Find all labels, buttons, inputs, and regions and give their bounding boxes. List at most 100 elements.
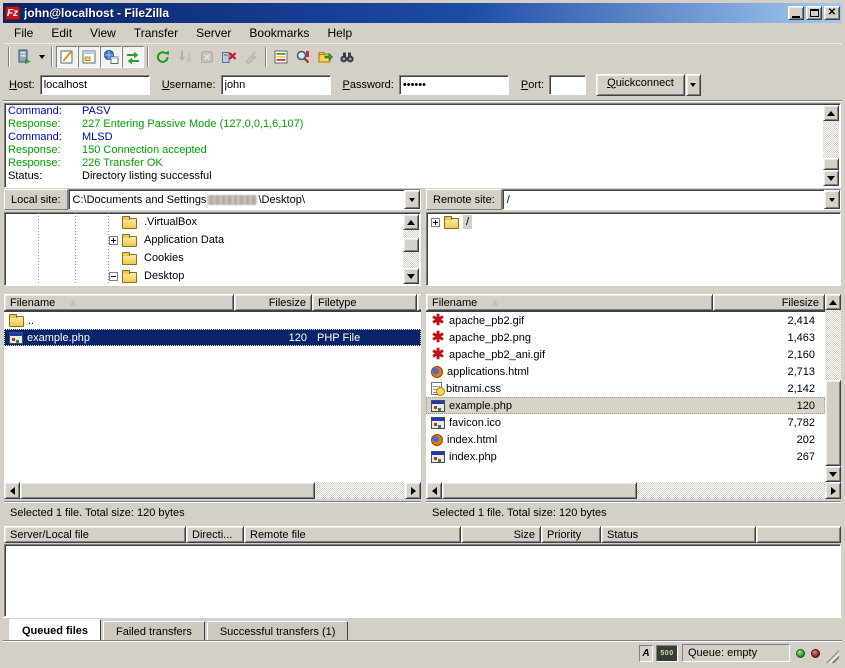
scrollbar-thumb[interactable]: [20, 482, 315, 499]
menu-transfer[interactable]: Transfer: [125, 23, 187, 43]
scroll-up-button[interactable]: [823, 105, 839, 121]
file-row[interactable]: applications.html 2,713: [426, 363, 825, 380]
site-manager-dropdown[interactable]: [35, 46, 48, 68]
queue-column-server-local-file[interactable]: Server/Local file: [4, 526, 186, 543]
directory-filters-button[interactable]: [314, 46, 336, 68]
remote-site-combo[interactable]: /: [502, 189, 841, 210]
file-row[interactable]: favicon.ico 7,782: [426, 414, 825, 431]
window-title: john@localhost - FileZilla: [24, 6, 786, 20]
scrollbar-thumb[interactable]: [403, 238, 419, 252]
scrollbar-thumb[interactable]: [825, 380, 841, 466]
tree-item-root[interactable]: /: [427, 213, 840, 231]
scroll-up-button[interactable]: [403, 214, 419, 230]
column-header-last-modified[interactable]: L: [417, 294, 421, 311]
file-row[interactable]: apache_pb2.png 1,463: [426, 329, 825, 346]
site-manager-button[interactable]: [13, 46, 35, 68]
close-icon: ✕: [828, 8, 836, 18]
queue-column-size[interactable]: Size: [461, 526, 541, 543]
host-input[interactable]: [40, 75, 150, 95]
tab-successful-transfers[interactable]: Successful transfers (1): [207, 621, 349, 640]
scroll-down-button[interactable]: [823, 170, 839, 186]
resize-grip[interactable]: [826, 650, 839, 663]
scrollbar-thumb[interactable]: [823, 158, 839, 170]
port-input[interactable]: [549, 75, 586, 95]
queue-column-direction[interactable]: Directi...: [186, 526, 244, 543]
directory-comparison-button[interactable]: [270, 46, 292, 68]
tab-failed-transfers[interactable]: Failed transfers: [103, 621, 205, 640]
tree-expander[interactable]: [109, 236, 118, 245]
column-header-filename[interactable]: Filename: [4, 294, 234, 311]
queue-column-remote-file[interactable]: Remote file: [244, 526, 461, 543]
close-button[interactable]: ✕: [824, 6, 840, 20]
folder-icon: [122, 254, 137, 265]
local-list-header: Filename Filesize Filetype L: [4, 294, 421, 311]
toggle-transfer-queue-button[interactable]: [122, 46, 144, 68]
process-queue-button[interactable]: [174, 46, 196, 68]
menu-file[interactable]: File: [5, 23, 42, 43]
scroll-right-button[interactable]: [405, 482, 421, 499]
file-row[interactable]: apache_pb2_ani.gif 2,160: [426, 346, 825, 363]
tree-expander[interactable]: [431, 218, 440, 227]
menu-view[interactable]: View: [81, 23, 125, 43]
toggle-local-tree-button[interactable]: [78, 46, 100, 68]
file-row-example-php[interactable]: example.php 120 PHP File 1: [4, 329, 421, 346]
maximize-button[interactable]: [806, 6, 822, 20]
minimize-button[interactable]: [788, 6, 804, 20]
password-input[interactable]: [399, 75, 509, 95]
toggle-message-log-button[interactable]: [56, 46, 78, 68]
quickconnect-button[interactable]: Quickconnect: [596, 74, 685, 96]
local-site-dropdown[interactable]: [404, 190, 420, 209]
reconnect-button[interactable]: [240, 46, 262, 68]
scroll-left-button[interactable]: [426, 482, 442, 499]
column-header-filetype[interactable]: Filetype: [312, 294, 417, 311]
queue-column-status[interactable]: Status: [601, 526, 756, 543]
menu-edit[interactable]: Edit: [42, 23, 81, 43]
local-tree-scrollbar[interactable]: [403, 214, 419, 284]
local-site-combo[interactable]: C:\Documents and Settings\Desktop\: [68, 189, 421, 210]
tree-expander[interactable]: [109, 272, 118, 281]
disconnect-button[interactable]: [218, 46, 240, 68]
cancel-operation-button[interactable]: [196, 46, 218, 68]
file-row[interactable]: apache_pb2.gif 2,414: [426, 312, 825, 329]
queue-column-priority[interactable]: Priority: [541, 526, 601, 543]
remote-hscrollbar[interactable]: [426, 482, 841, 499]
username-label: Username:: [162, 79, 216, 91]
transfer-queue-icon: [125, 49, 141, 65]
username-input[interactable]: [221, 75, 331, 95]
refresh-button[interactable]: [152, 46, 174, 68]
quickconnect-dropdown[interactable]: [686, 74, 701, 96]
local-hscrollbar[interactable]: [4, 482, 421, 499]
local-status-text: Selected 1 file. Total size: 120 bytes: [4, 501, 421, 523]
tree-item-virtualbox[interactable]: .VirtualBox: [5, 213, 420, 231]
speed-limits-icon[interactable]: 500: [656, 645, 678, 662]
column-header-filesize[interactable]: Filesize: [713, 294, 825, 311]
scrollbar-thumb[interactable]: [442, 482, 637, 499]
file-row[interactable]: index.php 267: [426, 448, 825, 465]
scroll-down-button[interactable]: [403, 268, 419, 284]
file-row-example-php[interactable]: example.php 120: [426, 397, 825, 414]
scroll-down-button[interactable]: [825, 466, 841, 482]
data-type-indicator-icon[interactable]: A: [639, 645, 653, 662]
file-row-parent-dir[interactable]: ..: [4, 312, 421, 329]
log-scrollbar[interactable]: [823, 105, 839, 186]
tree-item-application-data[interactable]: Application Data: [5, 231, 420, 249]
remote-site-dropdown[interactable]: [824, 190, 840, 209]
scroll-right-button[interactable]: [825, 482, 841, 499]
menu-server[interactable]: Server: [187, 23, 240, 43]
file-row[interactable]: index.html 202: [426, 431, 825, 448]
dropdown-arrow-icon: [829, 198, 835, 202]
scroll-left-button[interactable]: [4, 482, 20, 499]
menu-bookmarks[interactable]: Bookmarks: [240, 23, 318, 43]
column-header-filename[interactable]: Filename: [426, 294, 713, 311]
tab-queued-files[interactable]: Queued files: [9, 619, 101, 640]
scroll-up-button[interactable]: [825, 294, 841, 310]
tree-item-cookies[interactable]: Cookies: [5, 249, 420, 267]
file-row[interactable]: bitnami.css 2,142: [426, 380, 825, 397]
remote-list-scrollbar[interactable]: [825, 294, 841, 482]
menu-help[interactable]: Help: [318, 23, 361, 43]
find-files-button[interactable]: [336, 46, 358, 68]
toggle-remote-tree-button[interactable]: [100, 46, 122, 68]
column-header-filesize[interactable]: Filesize: [234, 294, 312, 311]
synchronized-browsing-button[interactable]: [292, 46, 314, 68]
tree-item-desktop[interactable]: Desktop: [5, 267, 420, 285]
